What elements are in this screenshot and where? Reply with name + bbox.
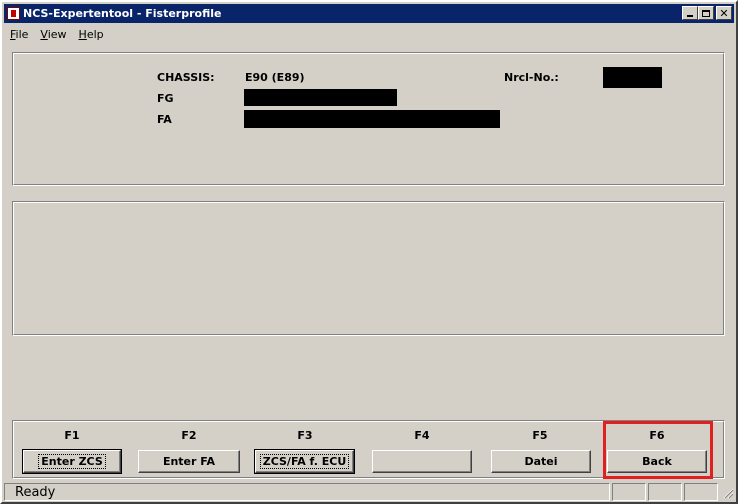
fa-value-redacted (244, 110, 500, 128)
app-icon[interactable] (7, 7, 20, 20)
vehicle-info-panel: CHASSIS: E90 (E89) Nrcl-No.: FG FA (12, 52, 725, 186)
chassis-label: CHASSIS: (157, 71, 215, 84)
fg-label: FG (157, 92, 174, 105)
enter-zcs-button[interactable]: Enter ZCS (22, 449, 122, 474)
f1-key-label: F1 (64, 429, 80, 442)
close-button[interactable]: ✕ (716, 6, 732, 20)
app-window: NCS-Expertentool - Fisterprofile ✕ File … (0, 0, 738, 504)
f6-key-label: F6 (649, 429, 665, 442)
minimize-icon (687, 15, 693, 17)
menu-view[interactable]: View (40, 28, 66, 41)
menu-help[interactable]: Help (79, 28, 104, 41)
resize-grip-icon[interactable] (720, 483, 734, 501)
status-bar: Ready (4, 482, 734, 502)
maximize-icon (702, 9, 710, 17)
close-icon: ✕ (719, 6, 729, 20)
nrcl-value-redacted (603, 67, 662, 88)
fg-value-redacted (244, 89, 397, 106)
minimize-button[interactable] (682, 6, 698, 20)
output-panel (12, 201, 725, 336)
enter-fa-button[interactable]: Enter FA (138, 450, 240, 473)
datei-button[interactable]: Datei (491, 450, 591, 473)
status-text: Ready (4, 483, 610, 501)
nrcl-label: Nrcl-No.: (504, 71, 559, 84)
fa-label: FA (157, 113, 172, 126)
status-cell-1 (612, 483, 646, 501)
status-cell-2 (648, 483, 682, 501)
chassis-value: E90 (E89) (245, 71, 305, 84)
f3-key-label: F3 (297, 429, 313, 442)
maximize-button[interactable] (698, 6, 714, 20)
window-title: NCS-Expertentool - Fisterprofile (23, 7, 222, 20)
f4-key-label: F4 (414, 429, 430, 442)
back-button[interactable]: Back (607, 450, 707, 473)
menu-bar: File View Help (4, 24, 734, 44)
menu-file[interactable]: File (10, 28, 28, 41)
f2-key-label: F2 (181, 429, 197, 442)
window-controls: ✕ (682, 6, 732, 20)
f4-button[interactable] (372, 450, 472, 473)
f5-key-label: F5 (532, 429, 548, 442)
zcs-fa-from-ecu-button[interactable]: ZCS/FA f. ECU (254, 449, 355, 474)
title-bar[interactable]: NCS-Expertentool - Fisterprofile ✕ (4, 4, 734, 23)
status-cell-3 (684, 483, 718, 501)
function-key-panel: F1 F2 F3 F4 F5 F6 Enter ZCS Enter FA ZCS… (12, 420, 725, 479)
